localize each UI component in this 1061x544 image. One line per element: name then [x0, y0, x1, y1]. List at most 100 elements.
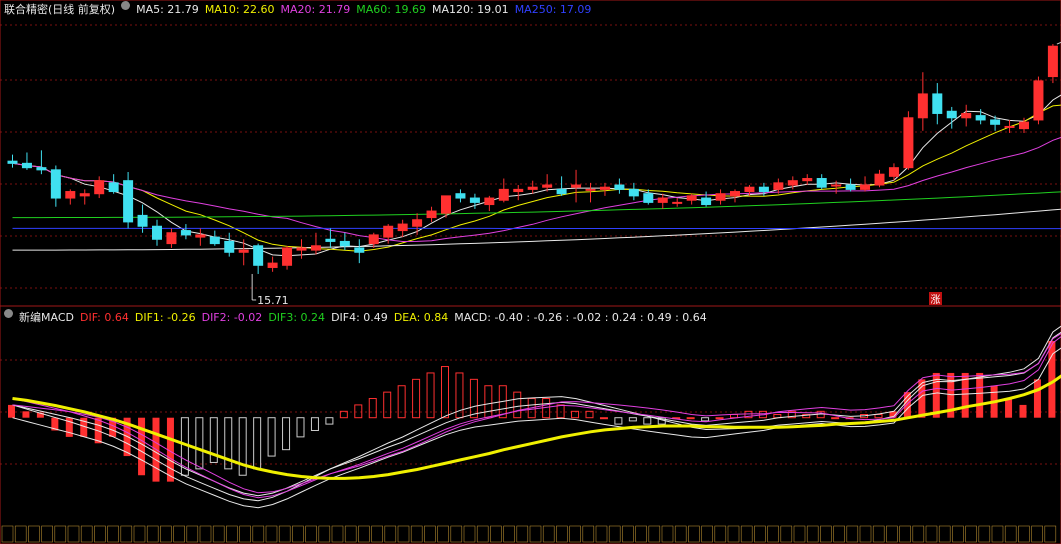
- candle-body: [368, 234, 379, 245]
- candle-body: [50, 169, 61, 199]
- candle-body: [1004, 125, 1015, 128]
- candle-body: [701, 197, 712, 206]
- macd-bar: [138, 417, 146, 476]
- time-cell: [358, 525, 370, 543]
- candle-body: [816, 178, 827, 188]
- time-cell: [160, 525, 172, 543]
- time-cell: [516, 525, 529, 543]
- candle-body: [802, 178, 813, 182]
- candle-body: [108, 182, 119, 193]
- candle-body: [7, 160, 18, 164]
- candle-body: [527, 186, 538, 190]
- time-cell: [318, 525, 331, 543]
- macd-bar: [1033, 379, 1041, 418]
- candle-body: [831, 184, 842, 187]
- time-cell: [965, 525, 977, 543]
- time-cell: [186, 525, 199, 543]
- macd-bar: [195, 417, 204, 470]
- time-cell: [872, 525, 885, 543]
- macd-bar: [397, 385, 406, 419]
- candle-body: [917, 93, 928, 119]
- macd-bar: [253, 417, 262, 470]
- time-cell: [133, 525, 146, 543]
- candle-body: [513, 188, 524, 193]
- macd-bar: [282, 417, 291, 451]
- time-cell: [199, 525, 212, 543]
- time-cell: [925, 525, 938, 543]
- chart-canvas[interactable]: 26.3415.71涨: [0, 0, 1061, 544]
- candle-body: [296, 247, 307, 251]
- candle-body: [209, 236, 220, 245]
- candle-body: [758, 186, 769, 193]
- time-cell: [41, 525, 53, 543]
- candle-body: [975, 115, 986, 121]
- time-cell: [978, 525, 991, 543]
- time-cell: [371, 525, 383, 543]
- time-cell: [1044, 525, 1057, 543]
- time-cell: [54, 525, 67, 543]
- candle-body: [961, 112, 972, 119]
- time-cell: [1, 525, 14, 543]
- time-cell: [1004, 525, 1017, 543]
- candle-body: [484, 197, 495, 206]
- macd-bar: [643, 417, 652, 425]
- macd-bar: [484, 385, 493, 419]
- time-cell: [952, 525, 964, 543]
- time-cell: [793, 525, 806, 543]
- ma5-line: [12, 94, 1061, 257]
- macd-bar: [730, 414, 738, 419]
- candle-body: [744, 186, 755, 193]
- candle-body: [643, 193, 654, 203]
- macd-bar: [296, 417, 305, 438]
- time-cell: [767, 525, 779, 543]
- macd-bar: [383, 391, 392, 419]
- macd-bar: [686, 417, 695, 420]
- macd-bar: [513, 391, 522, 419]
- candle-body: [238, 249, 249, 253]
- time-cell: [331, 525, 344, 543]
- time-cell: [859, 525, 872, 543]
- candle-body: [585, 188, 596, 191]
- time-cell: [674, 525, 687, 543]
- candle-body: [888, 167, 899, 177]
- candle-body: [325, 238, 336, 242]
- macd-bar: [874, 414, 883, 419]
- candle-body: [21, 162, 32, 169]
- macd-bar: [441, 366, 449, 419]
- time-cell: [688, 525, 700, 543]
- time-cell: [463, 525, 476, 543]
- time-cell: [14, 525, 27, 543]
- time-cell: [582, 525, 595, 543]
- candle-body: [441, 195, 451, 214]
- time-cell: [912, 525, 925, 543]
- candle-body: [455, 193, 466, 199]
- time-cell: [94, 525, 106, 543]
- time-cell: [67, 525, 80, 543]
- time-cell: [542, 525, 555, 543]
- macd-bar: [976, 372, 984, 418]
- candle-body: [542, 184, 553, 188]
- time-cell: [595, 525, 608, 543]
- time-cell: [384, 525, 397, 543]
- candle-body: [787, 180, 798, 186]
- candle-body: [354, 247, 365, 253]
- candle-body: [1019, 121, 1029, 130]
- time-cell: [476, 525, 489, 543]
- time-cell: [886, 525, 898, 543]
- limit-up-label: 涨: [931, 294, 941, 306]
- candle-body: [137, 214, 148, 227]
- time-cell: [820, 525, 832, 543]
- time-cell: [846, 525, 859, 543]
- macd-bar: [8, 404, 15, 418]
- candle-body: [845, 184, 856, 190]
- time-cell: [278, 525, 291, 543]
- time-cell: [727, 525, 740, 543]
- time-cell: [569, 525, 581, 543]
- macd-bar: [310, 417, 319, 431]
- time-cell: [146, 525, 159, 543]
- candle-body: [339, 240, 350, 247]
- time-cell: [120, 525, 133, 543]
- time-cell: [305, 525, 317, 543]
- time-cell: [608, 525, 621, 543]
- macd-bar: [628, 417, 637, 422]
